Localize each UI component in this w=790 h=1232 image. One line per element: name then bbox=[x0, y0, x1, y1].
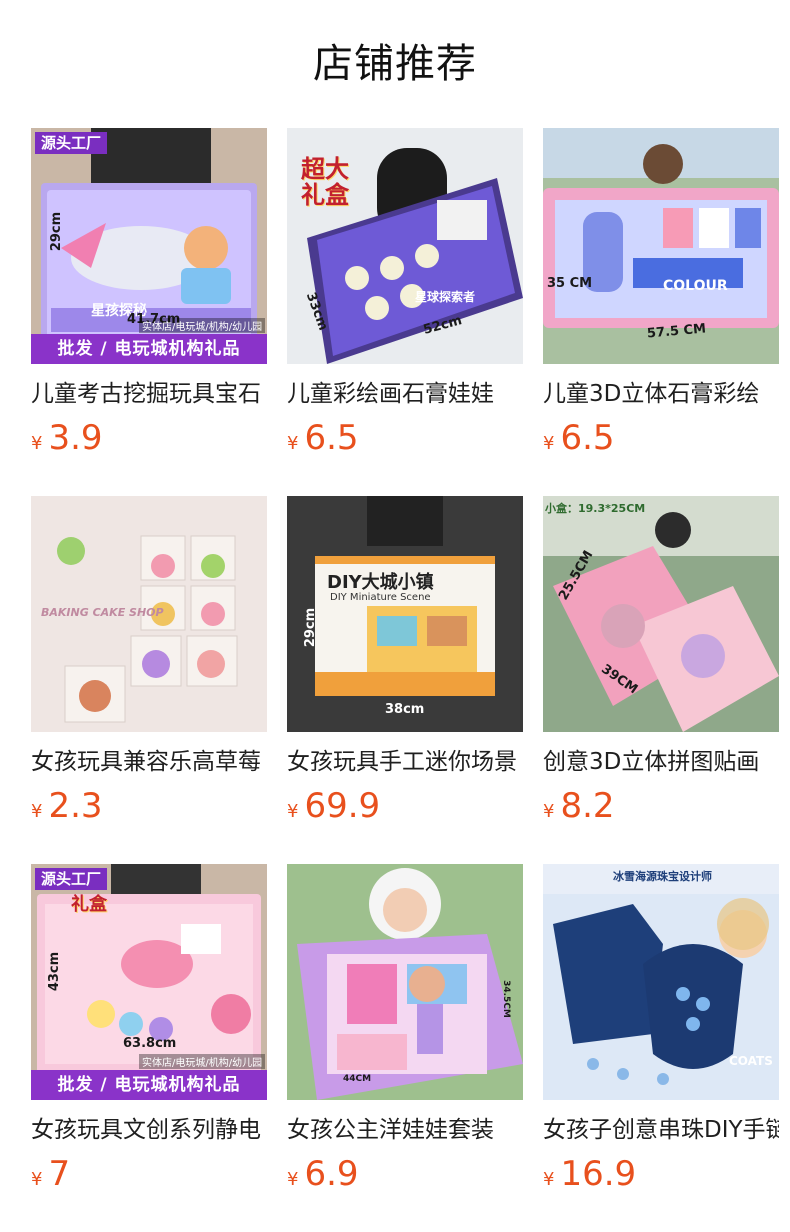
box-subtitle: DIY Miniature Scene bbox=[330, 592, 431, 603]
product-image[interactable]: 34.5CM 44CM bbox=[287, 864, 523, 1100]
wholesale-badge: 批发 / 电玩城机构礼品 bbox=[31, 1070, 267, 1100]
product-title[interactable]: 女孩玩具手工迷你场景 bbox=[287, 746, 523, 778]
product-title[interactable]: 女孩玩具兼容乐高草莓 bbox=[31, 746, 267, 778]
product-title[interactable]: 儿童考古挖掘玩具宝石 bbox=[31, 378, 267, 410]
currency-symbol: ¥ bbox=[31, 433, 43, 454]
product-title[interactable]: 创意3D立体拼图贴画 bbox=[543, 746, 779, 778]
price-amount: 8.2 bbox=[560, 786, 615, 826]
product-image[interactable]: 小盒：19.3*25CM 25.5CM 39CM bbox=[543, 496, 779, 732]
currency-symbol: ¥ bbox=[31, 801, 43, 822]
box-label: 冰雪海源珠宝设计师 bbox=[613, 870, 712, 883]
product-card[interactable]: 源头工厂 礼盒 43cm 63.8cm 实体店/电玩城/机构/幼儿园 批发 / … bbox=[31, 864, 267, 1232]
price-amount: 69.9 bbox=[304, 786, 381, 826]
dimension-height: 34.5CM bbox=[500, 980, 511, 1018]
dimension-note: 实体店/电玩城/机构/幼儿园 bbox=[139, 318, 266, 333]
price-amount: 6.9 bbox=[304, 1154, 359, 1194]
product-title[interactable]: 儿童彩绘画石膏娃娃 bbox=[287, 378, 523, 410]
currency-symbol: ¥ bbox=[543, 801, 555, 822]
product-price: ¥6.9 bbox=[287, 1154, 523, 1200]
promo-sticker: 超大礼盒 bbox=[301, 155, 349, 209]
currency-symbol: ¥ bbox=[543, 1169, 555, 1190]
product-price: ¥6.5 bbox=[287, 418, 523, 464]
box-label: DIY大城小镇 bbox=[327, 572, 434, 593]
product-title[interactable]: 女孩子创意串珠DIY手链 bbox=[543, 1114, 779, 1146]
product-price: ¥6.5 bbox=[543, 418, 779, 464]
product-image[interactable]: DIY大城小镇 DIY Miniature Scene 29cm 38cm bbox=[287, 496, 523, 732]
dimension-note: 实体店/电玩城/机构/幼儿园 bbox=[139, 1054, 266, 1069]
product-photo bbox=[543, 496, 779, 732]
product-card[interactable]: BAKING CAKE SHOP 女孩玩具兼容乐高草莓 ¥2.3 bbox=[31, 496, 267, 864]
product-image[interactable]: 源头工厂 星孩探秘 29cm 41.7cm 实体店/电玩城/机构/幼儿园 批发 … bbox=[31, 128, 267, 364]
dimension-width: 63.8cm bbox=[123, 1036, 177, 1051]
product-price: ¥7 bbox=[31, 1154, 267, 1200]
dimension-height: 35 CM bbox=[547, 276, 593, 291]
product-card[interactable]: COLOUR 35 CM 57.5 CM 儿童3D立体石膏彩绘 ¥6.5 bbox=[543, 128, 779, 496]
product-card[interactable]: DIY大城小镇 DIY Miniature Scene 29cm 38cm 女孩… bbox=[287, 496, 523, 864]
factory-badge: 源头工厂 bbox=[35, 868, 108, 890]
product-card[interactable]: 源头工厂 星孩探秘 29cm 41.7cm 实体店/电玩城/机构/幼儿园 批发 … bbox=[31, 128, 267, 496]
dimension-height: 29cm bbox=[49, 211, 65, 252]
product-image[interactable]: 超大礼盒 星球探索者 33cm 52cm bbox=[287, 128, 523, 364]
product-photo bbox=[287, 864, 523, 1100]
currency-symbol: ¥ bbox=[31, 1169, 43, 1190]
box-label: 星球探索者 bbox=[415, 290, 476, 304]
product-title[interactable]: 女孩玩具文创系列静电 bbox=[31, 1114, 267, 1146]
factory-badge: 源头工厂 bbox=[35, 132, 108, 154]
product-image[interactable]: 源头工厂 礼盒 43cm 63.8cm 实体店/电玩城/机构/幼儿园 批发 / … bbox=[31, 864, 267, 1100]
product-price: ¥16.9 bbox=[543, 1154, 779, 1200]
product-image[interactable]: 冰雪海源珠宝设计师 COATS bbox=[543, 864, 779, 1100]
currency-symbol: ¥ bbox=[287, 433, 299, 454]
wholesale-badge: 批发 / 电玩城机构礼品 bbox=[31, 334, 267, 364]
product-price: ¥8.2 bbox=[543, 786, 779, 832]
box-label: BAKING CAKE SHOP bbox=[41, 606, 164, 619]
box-label: COLOUR bbox=[663, 278, 728, 294]
product-card[interactable]: 34.5CM 44CM 女孩公主洋娃娃套装 ¥6.9 bbox=[287, 864, 523, 1232]
currency-symbol: ¥ bbox=[287, 801, 299, 822]
product-title[interactable]: 女孩公主洋娃娃套装 bbox=[287, 1114, 523, 1146]
product-card[interactable]: 小盒：19.3*25CM 25.5CM 39CM 创意3D立体拼图贴画 ¥8.2 bbox=[543, 496, 779, 864]
product-card[interactable]: 冰雪海源珠宝设计师 COATS 女孩子创意串珠DIY手链 ¥16.9 bbox=[543, 864, 779, 1232]
product-image[interactable]: BAKING CAKE SHOP bbox=[31, 496, 267, 732]
page-title: 店铺推荐 bbox=[313, 41, 477, 87]
dimension-width: 38cm bbox=[385, 702, 425, 717]
product-price: ¥2.3 bbox=[31, 786, 267, 832]
currency-symbol: ¥ bbox=[287, 1169, 299, 1190]
dimension-box: 小盒：19.3*25CM bbox=[545, 502, 646, 515]
price-amount: 6.5 bbox=[304, 418, 359, 458]
product-title[interactable]: 儿童3D立体石膏彩绘 bbox=[543, 378, 779, 410]
product-grid: 源头工厂 星孩探秘 29cm 41.7cm 实体店/电玩城/机构/幼儿园 批发 … bbox=[31, 128, 790, 1232]
price-amount: 6.5 bbox=[560, 418, 615, 458]
dimension-width: 44CM bbox=[343, 1074, 372, 1084]
product-image[interactable]: COLOUR 35 CM 57.5 CM bbox=[543, 128, 779, 364]
price-amount: 7 bbox=[48, 1154, 71, 1194]
dimension-height: 29cm bbox=[303, 607, 319, 648]
promo-sticker: 礼盒 bbox=[71, 894, 107, 915]
price-amount: 16.9 bbox=[560, 1154, 637, 1194]
currency-symbol: ¥ bbox=[543, 433, 555, 454]
dimension-height: 43cm bbox=[47, 951, 63, 992]
product-price: ¥69.9 bbox=[287, 786, 523, 832]
product-card[interactable]: 超大礼盒 星球探索者 33cm 52cm 儿童彩绘画石膏娃娃 ¥6.5 bbox=[287, 128, 523, 496]
product-price: ¥3.9 bbox=[31, 418, 267, 464]
box-subtitle: COATS bbox=[729, 1054, 773, 1068]
product-photo bbox=[287, 496, 523, 732]
price-amount: 2.3 bbox=[48, 786, 103, 826]
price-amount: 3.9 bbox=[48, 418, 103, 458]
